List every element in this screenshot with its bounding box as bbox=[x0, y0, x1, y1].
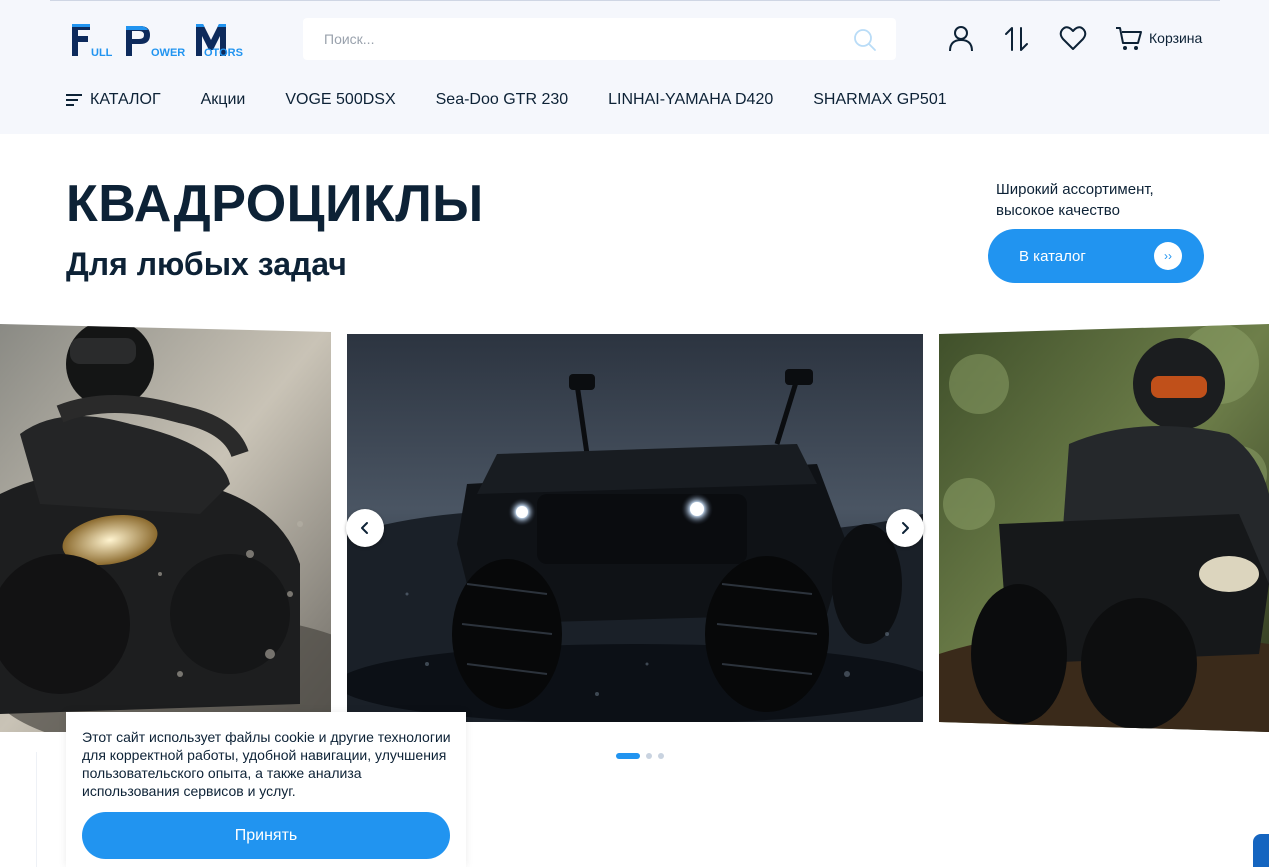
slider-dot-3[interactable] bbox=[658, 753, 664, 759]
slide-image-right[interactable] bbox=[939, 324, 1269, 732]
nav-catalog[interactable]: КАТАЛОГ bbox=[66, 91, 161, 109]
cart-button[interactable]: Корзина bbox=[1115, 24, 1202, 52]
search-input[interactable] bbox=[303, 18, 843, 60]
nav-item-linhai[interactable]: LINHAI-YAMAHA D420 bbox=[608, 91, 773, 109]
compare-icon[interactable] bbox=[1003, 24, 1031, 52]
search-icon[interactable] bbox=[853, 28, 877, 52]
double-chevron-right-icon: ›› bbox=[1154, 242, 1182, 270]
nav-item-promotions[interactable]: Акции bbox=[201, 91, 246, 109]
user-icon[interactable] bbox=[947, 24, 975, 52]
main-nav: КАТАЛОГ Акции VOGE 500DSX Sea-Doo GTR 23… bbox=[66, 88, 987, 112]
cart-icon bbox=[1116, 27, 1142, 50]
chevron-right-icon bbox=[902, 522, 909, 534]
cookie-banner: Этот сайт использует файлы cookie и друг… bbox=[66, 712, 466, 867]
cart-label: Корзина bbox=[1149, 30, 1203, 46]
slider-dot-1[interactable] bbox=[616, 753, 640, 759]
hero-tagline: Широкий ассортимент, высокое качество bbox=[996, 181, 1154, 219]
cookie-text: Этот сайт использует файлы cookie и друг… bbox=[82, 729, 451, 799]
hero-title: КВАДРОЦИКЛЫ bbox=[66, 175, 484, 233]
site-header: ULL OWER OTORS Корзина bbox=[0, 0, 1269, 134]
chat-widget-tab[interactable] bbox=[1253, 834, 1269, 867]
search-bar bbox=[303, 18, 896, 60]
page-divider bbox=[36, 752, 37, 867]
slider-pagination bbox=[616, 753, 664, 759]
slide-image-center[interactable] bbox=[347, 334, 923, 722]
slider-prev-button[interactable] bbox=[346, 509, 384, 547]
nav-item-voge[interactable]: VOGE 500DSX bbox=[285, 91, 395, 109]
catalog-cta-button[interactable]: В каталог ›› bbox=[988, 229, 1204, 283]
logo-word-otors: OTORS bbox=[204, 47, 243, 59]
hero-subtitle: Для любых задач bbox=[66, 246, 347, 282]
slider-dot-2[interactable] bbox=[646, 753, 652, 759]
logo-word-ower: OWER bbox=[151, 47, 185, 59]
menu-icon bbox=[66, 94, 82, 106]
heart-icon[interactable] bbox=[1059, 24, 1087, 52]
slider-next-button[interactable] bbox=[886, 509, 924, 547]
header-top-divider bbox=[50, 0, 1220, 1]
logo-word-ull: ULL bbox=[91, 47, 113, 59]
nav-item-seadoo[interactable]: Sea-Doo GTR 230 bbox=[436, 91, 569, 109]
catalog-cta-label: В каталог bbox=[1019, 247, 1086, 265]
slide-image-left[interactable] bbox=[0, 324, 331, 732]
brand-logo[interactable]: ULL OWER OTORS bbox=[70, 22, 246, 60]
nav-catalog-label: КАТАЛОГ bbox=[90, 91, 161, 108]
cookie-accept-button[interactable]: Принять bbox=[82, 812, 450, 859]
nav-item-sharmax[interactable]: SHARMAX GP501 bbox=[813, 91, 946, 109]
chevron-left-icon bbox=[361, 522, 368, 534]
